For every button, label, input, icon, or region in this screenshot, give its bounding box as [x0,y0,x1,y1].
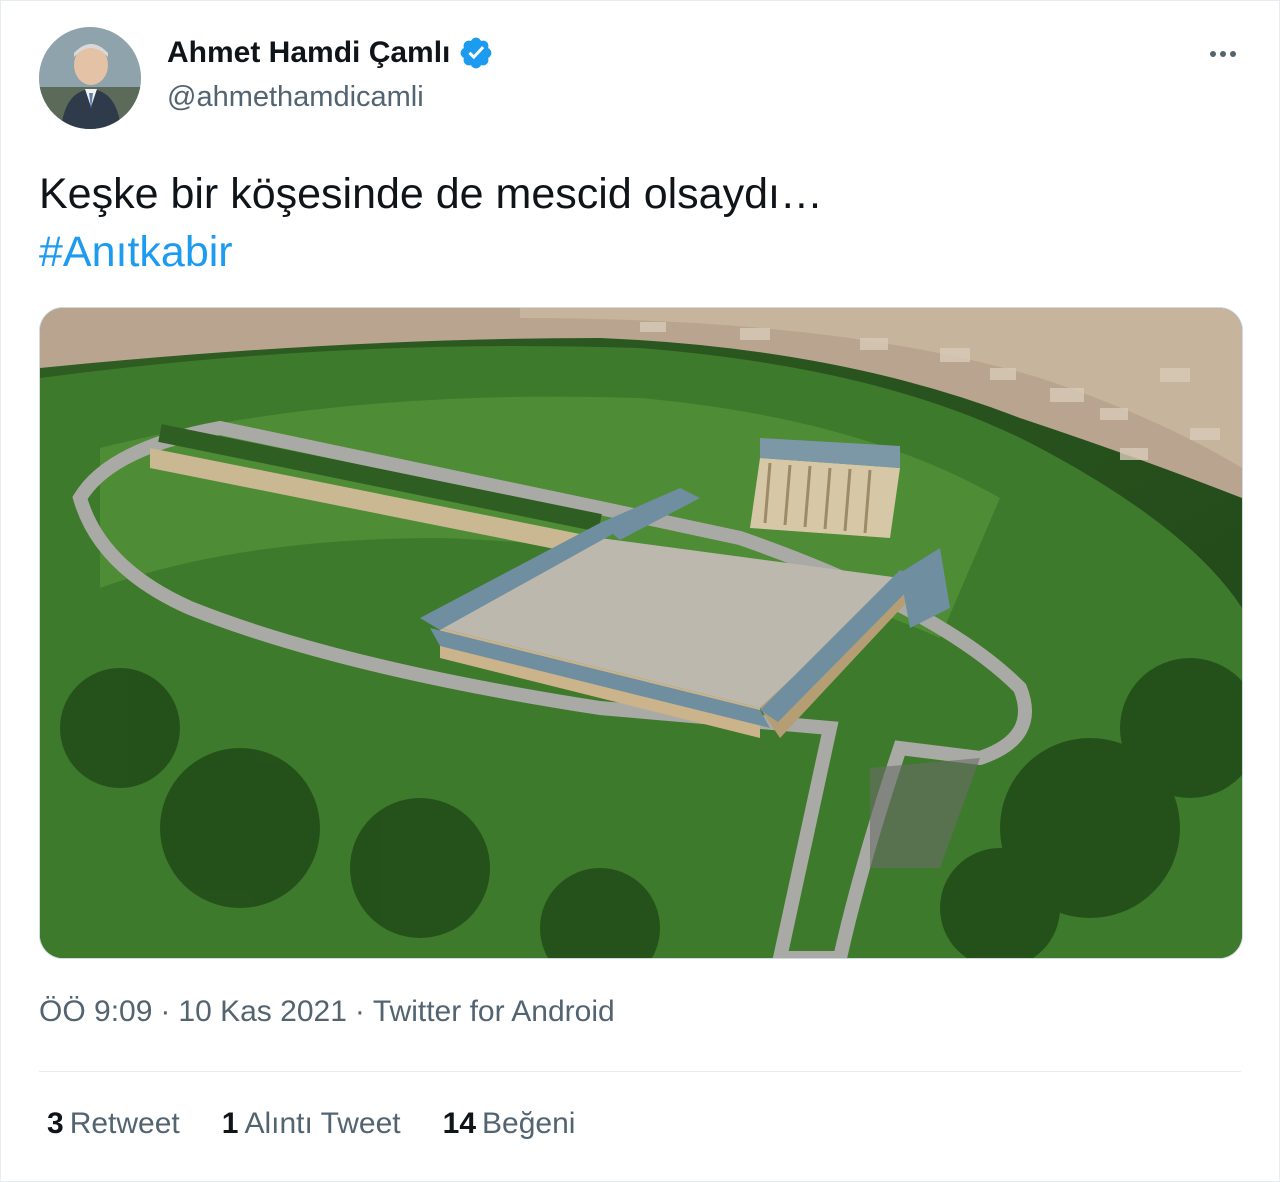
tweet-card: Ahmet Hamdi Çamlı @ahmethamdicamli Keşke… [0,0,1280,1182]
likes-count: 14 [442,1107,477,1140]
likes-stat[interactable]: 14 Beğeni [443,1107,576,1141]
retweets-count: 3 [47,1107,64,1140]
likes-label: Beğeni [482,1107,576,1140]
verified-badge-icon [461,37,492,69]
meta-separator: · [160,995,171,1028]
dot [1230,51,1236,57]
aerial-monument-photo [40,308,1242,958]
quotes-count: 1 [221,1107,239,1140]
author-name-row[interactable]: Ahmet Hamdi Çamlı [167,35,494,71]
tweet-body: Keşke bir köşesinde de mescid olsaydı… [39,170,823,218]
retweets-stat[interactable]: 3 Retweet [47,1107,180,1141]
dot [1210,51,1216,57]
hashtag-link[interactable]: #Anıtkabir [39,223,823,281]
quotes-stat[interactable]: 1 Alıntı Tweet [222,1107,401,1141]
author-name[interactable]: Ahmet Hamdi Çamlı [167,36,450,70]
tweet-meta: ÖÖ 9:09 · 10 Kas 2021 · Twitter for Android [39,995,615,1029]
tweet-date[interactable]: 10 Kas 2021 [178,995,346,1028]
tweet-stats: 3 Retweet 1 Alıntı Tweet 14 Beğeni [47,1107,617,1141]
more-options-icon[interactable] [1197,37,1249,71]
tweet-text: Keşke bir köşesinde de mescid olsaydı… #… [39,165,823,281]
avatar-image [39,27,141,129]
retweets-label: Retweet [69,1107,180,1140]
divider [39,1071,1241,1072]
avatar[interactable] [39,27,141,129]
tweet-source[interactable]: Twitter for Android [373,995,615,1028]
quotes-label: Alıntı Tweet [244,1107,401,1140]
dot [1220,51,1226,57]
meta-separator: · [354,995,365,1028]
author-handle[interactable]: @ahmethamdicamli [167,81,424,114]
tweet-time[interactable]: ÖÖ 9:09 [39,995,152,1028]
tweet-media-image[interactable] [39,307,1243,959]
